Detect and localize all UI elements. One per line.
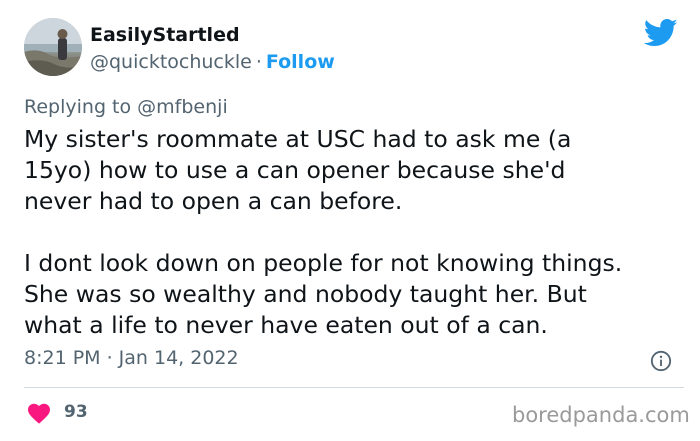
- divider: [24, 387, 684, 388]
- tweet-line: My sister's roommate at USC had to ask m…: [24, 125, 572, 153]
- tweet-line: She was so wealthy and nobody taught her…: [24, 280, 587, 308]
- avatar-photo: [24, 18, 82, 76]
- tweet-text: My sister's roommate at USC had to ask m…: [24, 124, 684, 341]
- reply-handle-link[interactable]: @mfbenji: [137, 96, 228, 118]
- author-display-name[interactable]: EasilyStartled: [90, 24, 240, 46]
- handle-separator: ·: [255, 51, 262, 73]
- reply-context: Replying to @mfbenji: [24, 96, 228, 118]
- avatar[interactable]: [24, 18, 82, 76]
- tweet-line: 15yo) how to use a can opener because sh…: [24, 156, 566, 184]
- reply-prefix: Replying to: [24, 96, 132, 118]
- like-count: 93: [64, 402, 88, 422]
- author-handle-row: @quicktochuckle · Follow: [90, 51, 335, 73]
- tweet-timestamp[interactable]: 8:21 PM · Jan 14, 2022: [24, 347, 239, 369]
- author-handle[interactable]: @quicktochuckle: [90, 51, 252, 73]
- twitter-bird-icon[interactable]: [644, 18, 678, 48]
- heart-icon[interactable]: [27, 402, 51, 424]
- tweet-line: I dont look down on people for not knowi…: [24, 249, 623, 277]
- tweet-line: what a life to never have eaten out of a…: [24, 311, 548, 339]
- source-watermark: boredpanda.com: [512, 403, 690, 427]
- info-icon[interactable]: [650, 350, 672, 372]
- tweet-line: never had to open a can before.: [24, 187, 403, 215]
- follow-button[interactable]: Follow: [266, 51, 335, 73]
